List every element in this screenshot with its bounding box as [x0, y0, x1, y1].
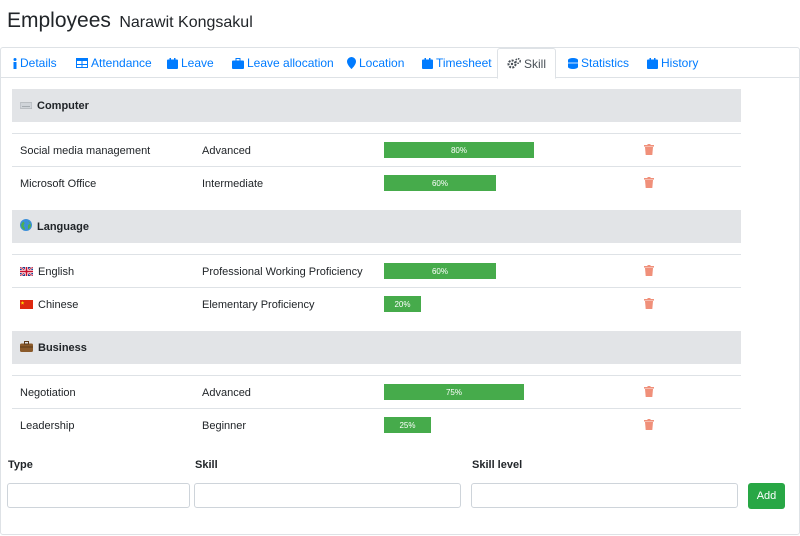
skill-progress-bar: 25% — [384, 417, 431, 433]
trash-icon[interactable] — [644, 419, 654, 433]
category-name: Computer — [37, 99, 89, 112]
skill-level: Intermediate — [202, 177, 264, 190]
skill-percent: 75% — [445, 387, 462, 397]
table-icon — [76, 58, 88, 68]
skill-percent: 25% — [399, 420, 416, 430]
category-header-business: Business — [12, 331, 741, 364]
globe-icon — [20, 219, 32, 234]
tab-timesheet[interactable]: Timesheet — [422, 48, 492, 78]
database-icon — [568, 57, 578, 69]
china-flag-icon — [20, 300, 33, 309]
skill-percent: 60% — [431, 266, 448, 276]
uk-flag-icon — [19, 266, 34, 277]
calendar-icon — [647, 57, 658, 69]
tab-history[interactable]: History — [647, 48, 698, 78]
skill-level: Advanced — [202, 144, 251, 157]
trash-icon[interactable] — [644, 177, 654, 191]
briefcase-icon — [20, 340, 33, 355]
trash-icon[interactable] — [644, 386, 654, 400]
skill-row: Leadership Beginner 25% — [12, 408, 741, 441]
skill-input[interactable] — [194, 483, 461, 508]
tab-label: Leave allocation — [247, 56, 334, 70]
type-input[interactable] — [7, 483, 190, 508]
info-icon — [13, 57, 17, 69]
tab-statistics[interactable]: Statistics — [568, 48, 629, 78]
tab-leave-allocation[interactable]: Leave allocation — [232, 48, 334, 78]
tab-attendance[interactable]: Attendance — [76, 48, 152, 78]
briefcase-icon — [232, 57, 244, 69]
skill-progress-bar: 60% — [384, 175, 496, 191]
skill-progress-bar: 80% — [384, 142, 534, 158]
calendar-icon — [167, 57, 178, 69]
skill-level: Beginner — [202, 419, 247, 432]
skill-percent: 20% — [394, 299, 411, 309]
calendar-icon — [422, 57, 433, 69]
page-title: Employees — [7, 9, 111, 32]
category-header-language: Language — [12, 210, 741, 243]
tab-label: History — [661, 56, 699, 70]
page-header: Employees Narawit Kongsakul — [7, 9, 253, 33]
employee-name: Narawit Kongsakul — [119, 14, 253, 31]
tab-bar: Details Attendance Leave Leave allocatio… — [1, 48, 799, 79]
skill-row: English Professional Working Proficiency… — [12, 254, 741, 287]
skill-row: Microsoft Office Intermediate 60% — [12, 166, 741, 199]
skill-name: Negotiation — [20, 386, 76, 399]
skill-name: Microsoft Office — [20, 177, 97, 190]
tab-label: Location — [359, 56, 405, 70]
tab-skill[interactable]: Skill — [497, 48, 556, 79]
skill-level-label: Skill level — [472, 459, 523, 471]
tab-location[interactable]: Location — [347, 48, 404, 78]
skill-progress-bar: 75% — [384, 384, 524, 400]
skill-level-input[interactable] — [471, 483, 738, 508]
skill-progress-bar: 60% — [384, 263, 496, 279]
keyboard-icon — [19, 100, 33, 112]
cogs-icon — [507, 58, 521, 69]
skill-row: Social media management Advanced 80% — [12, 133, 741, 166]
trash-icon[interactable] — [644, 265, 654, 279]
skill-level: Elementary Proficiency — [202, 298, 315, 311]
skill-name: Chinese — [38, 298, 79, 311]
tab-label: Leave — [181, 56, 214, 70]
skill-level: Professional Working Proficiency — [202, 265, 363, 278]
type-label: Type — [8, 459, 33, 471]
skill-level: Advanced — [202, 386, 251, 399]
category-name: Business — [38, 341, 87, 354]
category-name: Language — [37, 220, 89, 233]
skill-row: Negotiation Advanced 75% — [12, 375, 741, 408]
tab-details[interactable]: Details — [13, 48, 57, 78]
tab-label: Timesheet — [436, 56, 492, 70]
skill-name: Social media management — [20, 144, 151, 157]
skill-name: Leadership — [20, 419, 75, 432]
skill-percent: 60% — [431, 178, 448, 188]
skill-name: English — [38, 265, 75, 278]
skill-progress-bar: 20% — [384, 296, 421, 312]
trash-icon[interactable] — [644, 298, 654, 312]
skill-label: Skill — [195, 459, 218, 471]
tab-label: Attendance — [91, 56, 152, 70]
category-header-computer: Computer — [12, 89, 741, 122]
tab-label: Details — [20, 56, 57, 70]
tab-label: Statistics — [581, 56, 630, 70]
tab-leave[interactable]: Leave — [167, 48, 214, 78]
tab-label: Skill — [523, 56, 546, 71]
map-marker-icon — [347, 57, 356, 69]
trash-icon[interactable] — [644, 144, 654, 158]
skill-percent: 80% — [450, 145, 467, 155]
skill-row: Chinese Elementary Proficiency 20% — [12, 287, 741, 320]
add-skill-button[interactable]: Add — [748, 483, 785, 509]
